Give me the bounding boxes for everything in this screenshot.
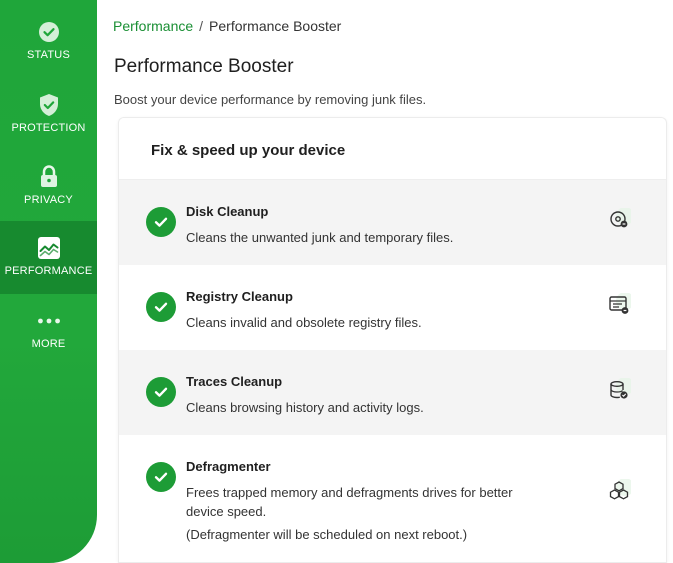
sidebar-item-performance[interactable]: PERFORMANCE: [0, 221, 97, 294]
item-title: Defragmenter: [186, 459, 271, 474]
list-item-registry-cleanup[interactable]: Registry Cleanup Cleans invalid and obso…: [119, 265, 666, 350]
page-subtitle: Boost your device performance by removin…: [114, 92, 427, 107]
sidebar-item-label: PROTECTION: [11, 122, 86, 134]
item-description: Cleans browsing history and activity log…: [186, 400, 424, 415]
check-circle-icon: [146, 207, 176, 237]
sidebar-item-label: MORE: [31, 338, 66, 350]
list-item-disk-cleanup[interactable]: Disk Cleanup Cleans the unwanted junk an…: [119, 180, 666, 265]
registry-cleanup-icon[interactable]: [607, 292, 634, 317]
card-header: Fix & speed up your device: [119, 118, 666, 180]
check-circle-icon: [146, 462, 176, 492]
item-description: Frees trapped memory and defragments dri…: [186, 485, 513, 519]
breadcrumb-link-performance[interactable]: Performance: [113, 18, 193, 34]
item-description: Cleans the unwanted junk and temporary f…: [186, 230, 454, 245]
more-dots-icon: [37, 309, 61, 333]
check-circle-icon: [37, 20, 61, 44]
shield-check-icon: [37, 93, 61, 117]
card-title: Fix & speed up your device: [151, 142, 346, 159]
sidebar-item-label: PRIVACY: [24, 194, 73, 206]
breadcrumb-current: Performance Booster: [209, 18, 342, 34]
list-item-traces-cleanup[interactable]: Traces Cleanup Cleans browsing history a…: [119, 350, 666, 435]
sidebar-item-status[interactable]: STATUS: [0, 20, 97, 70]
performance-chart-icon: [37, 236, 61, 260]
defragmenter-icon[interactable]: [607, 478, 634, 503]
item-note: (Defragmenter will be scheduled on next …: [186, 527, 468, 542]
disk-cleanup-icon[interactable]: [607, 207, 634, 232]
sidebar-item-label: PERFORMANCE: [4, 265, 93, 277]
page-title: Performance Booster: [114, 56, 294, 77]
check-circle-icon: [146, 377, 176, 407]
item-title: Registry Cleanup: [186, 289, 293, 304]
sidebar: STATUS PROTECTION PRIVACY PERFORMANCE MO…: [0, 0, 97, 563]
breadcrumb-separator: /: [199, 18, 204, 34]
item-title: Disk Cleanup: [186, 204, 269, 219]
list-item-defragmenter[interactable]: Defragmenter Frees trapped memory and de…: [119, 435, 666, 562]
sidebar-item-privacy[interactable]: PRIVACY: [0, 165, 97, 215]
traces-cleanup-icon[interactable]: [607, 377, 634, 402]
breadcrumb: Performance / Performance Booster: [113, 18, 341, 34]
lock-icon: [37, 165, 61, 189]
check-circle-icon: [146, 292, 176, 322]
sidebar-item-more[interactable]: MORE: [0, 309, 97, 353]
item-title: Traces Cleanup: [186, 374, 283, 389]
sidebar-item-protection[interactable]: PROTECTION: [0, 93, 97, 143]
sidebar-item-label: STATUS: [27, 49, 70, 61]
booster-card: Fix & speed up your device Disk Cleanup …: [118, 117, 667, 563]
app-window: STATUS PROTECTION PRIVACY PERFORMANCE MO…: [0, 0, 673, 563]
item-description: Cleans invalid and obsolete registry fil…: [186, 315, 422, 330]
